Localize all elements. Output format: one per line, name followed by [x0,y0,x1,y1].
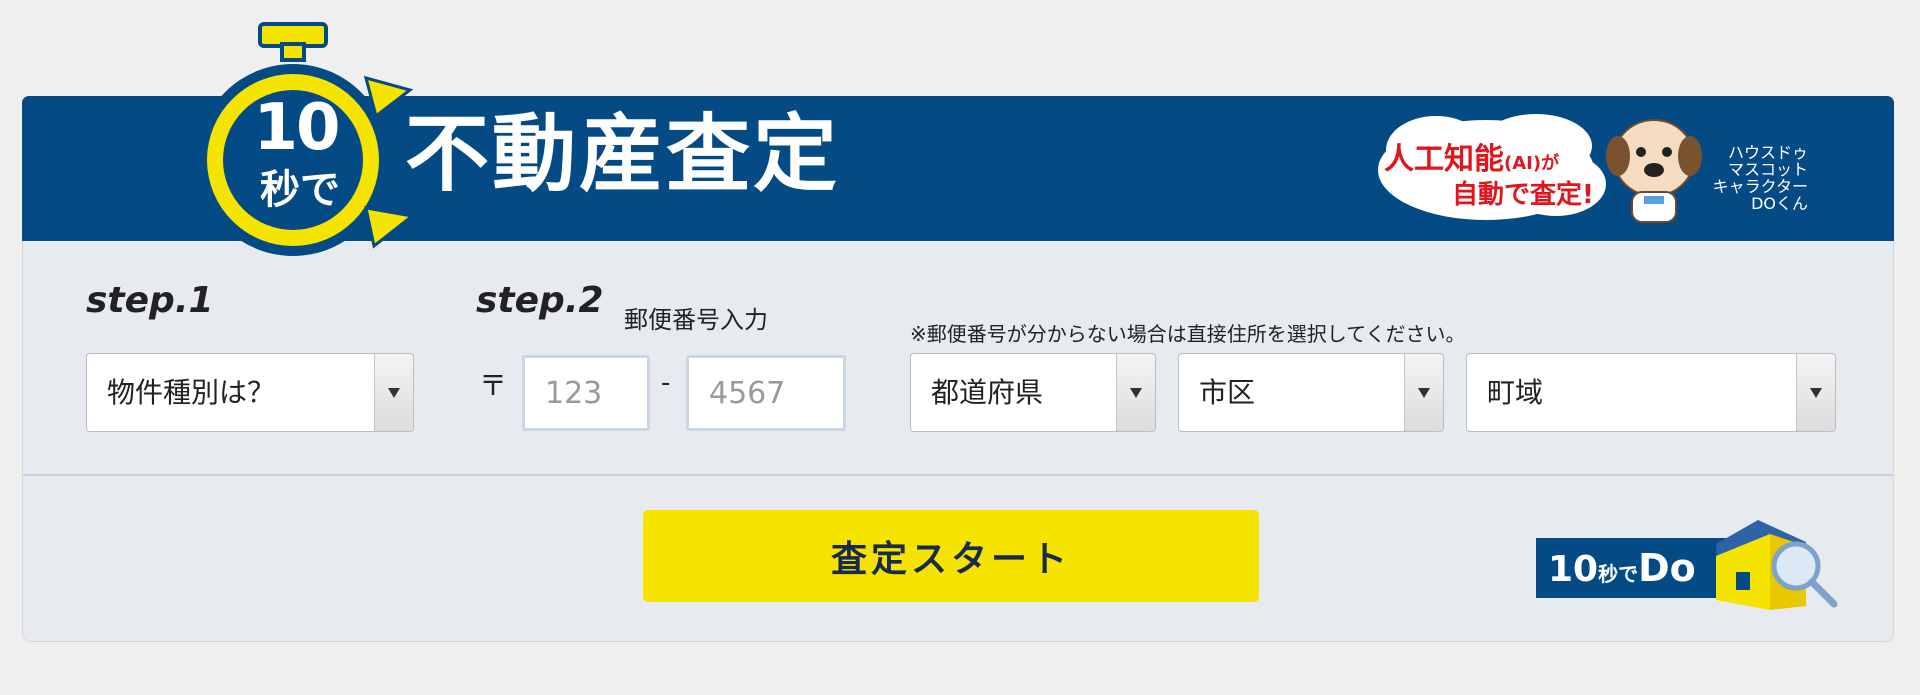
triangle-down-icon [1810,388,1822,398]
triangle-down-icon [1418,388,1430,398]
postal-code-first-input[interactable] [522,355,650,431]
ten-seconds-logo: 10 秒で [197,20,428,270]
page-title: 不動産査定 [405,105,841,203]
start-appraisal-button[interactable]: 査定スタート [643,510,1259,602]
postal-dash: - [661,368,671,398]
dropdown-arrow [374,354,413,431]
ai-badge-line2: 自動で査定! [1452,180,1594,210]
postal-mark-icon: 〒 [479,369,508,402]
dropdown-arrow [1116,354,1155,431]
step2-sublabel: 郵便番号入力 [624,306,768,334]
mascot-caption-line: ハウスドゥ [1727,143,1808,162]
section-divider [23,474,1893,476]
address-note: ※郵便番号が分からない場合は直接住所を選択してください。 [910,322,1466,346]
mascot-dog-icon [1606,119,1702,223]
city-value: 市区 [1199,376,1256,409]
prefecture-value: 都道府県 [931,376,1044,409]
step2-label: step.2 [476,280,604,321]
step1-label: step.1 [86,280,214,321]
city-select[interactable]: 市区 [1178,353,1444,432]
dropdown-arrow [1404,354,1443,431]
postal-code-second-input[interactable] [686,355,846,431]
logo-number: 10 [253,91,340,165]
do-logo-number: 10 [1548,549,1599,590]
dropdown-arrow [1796,354,1835,431]
mascot-caption: ハウスドゥ マスコット キャラクター DOくん [1694,144,1808,212]
ai-appraisal-badge: 人工知能(AI)が 自動で査定! [1376,112,1702,226]
ten-seconds-do-logo: 10秒でDo [1536,516,1866,620]
mascot-caption-line: マスコット [1727,160,1808,179]
mascot-caption-line: DOくん [1751,194,1808,213]
do-logo-mid: 秒で [1598,562,1639,586]
do-logo-do: Do [1638,546,1696,590]
town-value: 町域 [1487,376,1544,409]
triangle-down-icon [388,388,400,398]
property-type-value: 物件種別は？ [107,376,276,409]
triangle-down-icon [1130,388,1142,398]
ai-badge-line1: 人工知能 [1384,142,1504,177]
ai-badge-ai: (AI)が [1504,153,1560,174]
logo-subtext: 秒で [260,167,340,213]
town-select[interactable]: 町域 [1466,353,1836,432]
prefecture-select[interactable]: 都道府県 [910,353,1156,432]
property-type-select[interactable]: 物件種別は？ [86,353,414,432]
mascot-caption-line: キャラクター [1712,177,1808,196]
